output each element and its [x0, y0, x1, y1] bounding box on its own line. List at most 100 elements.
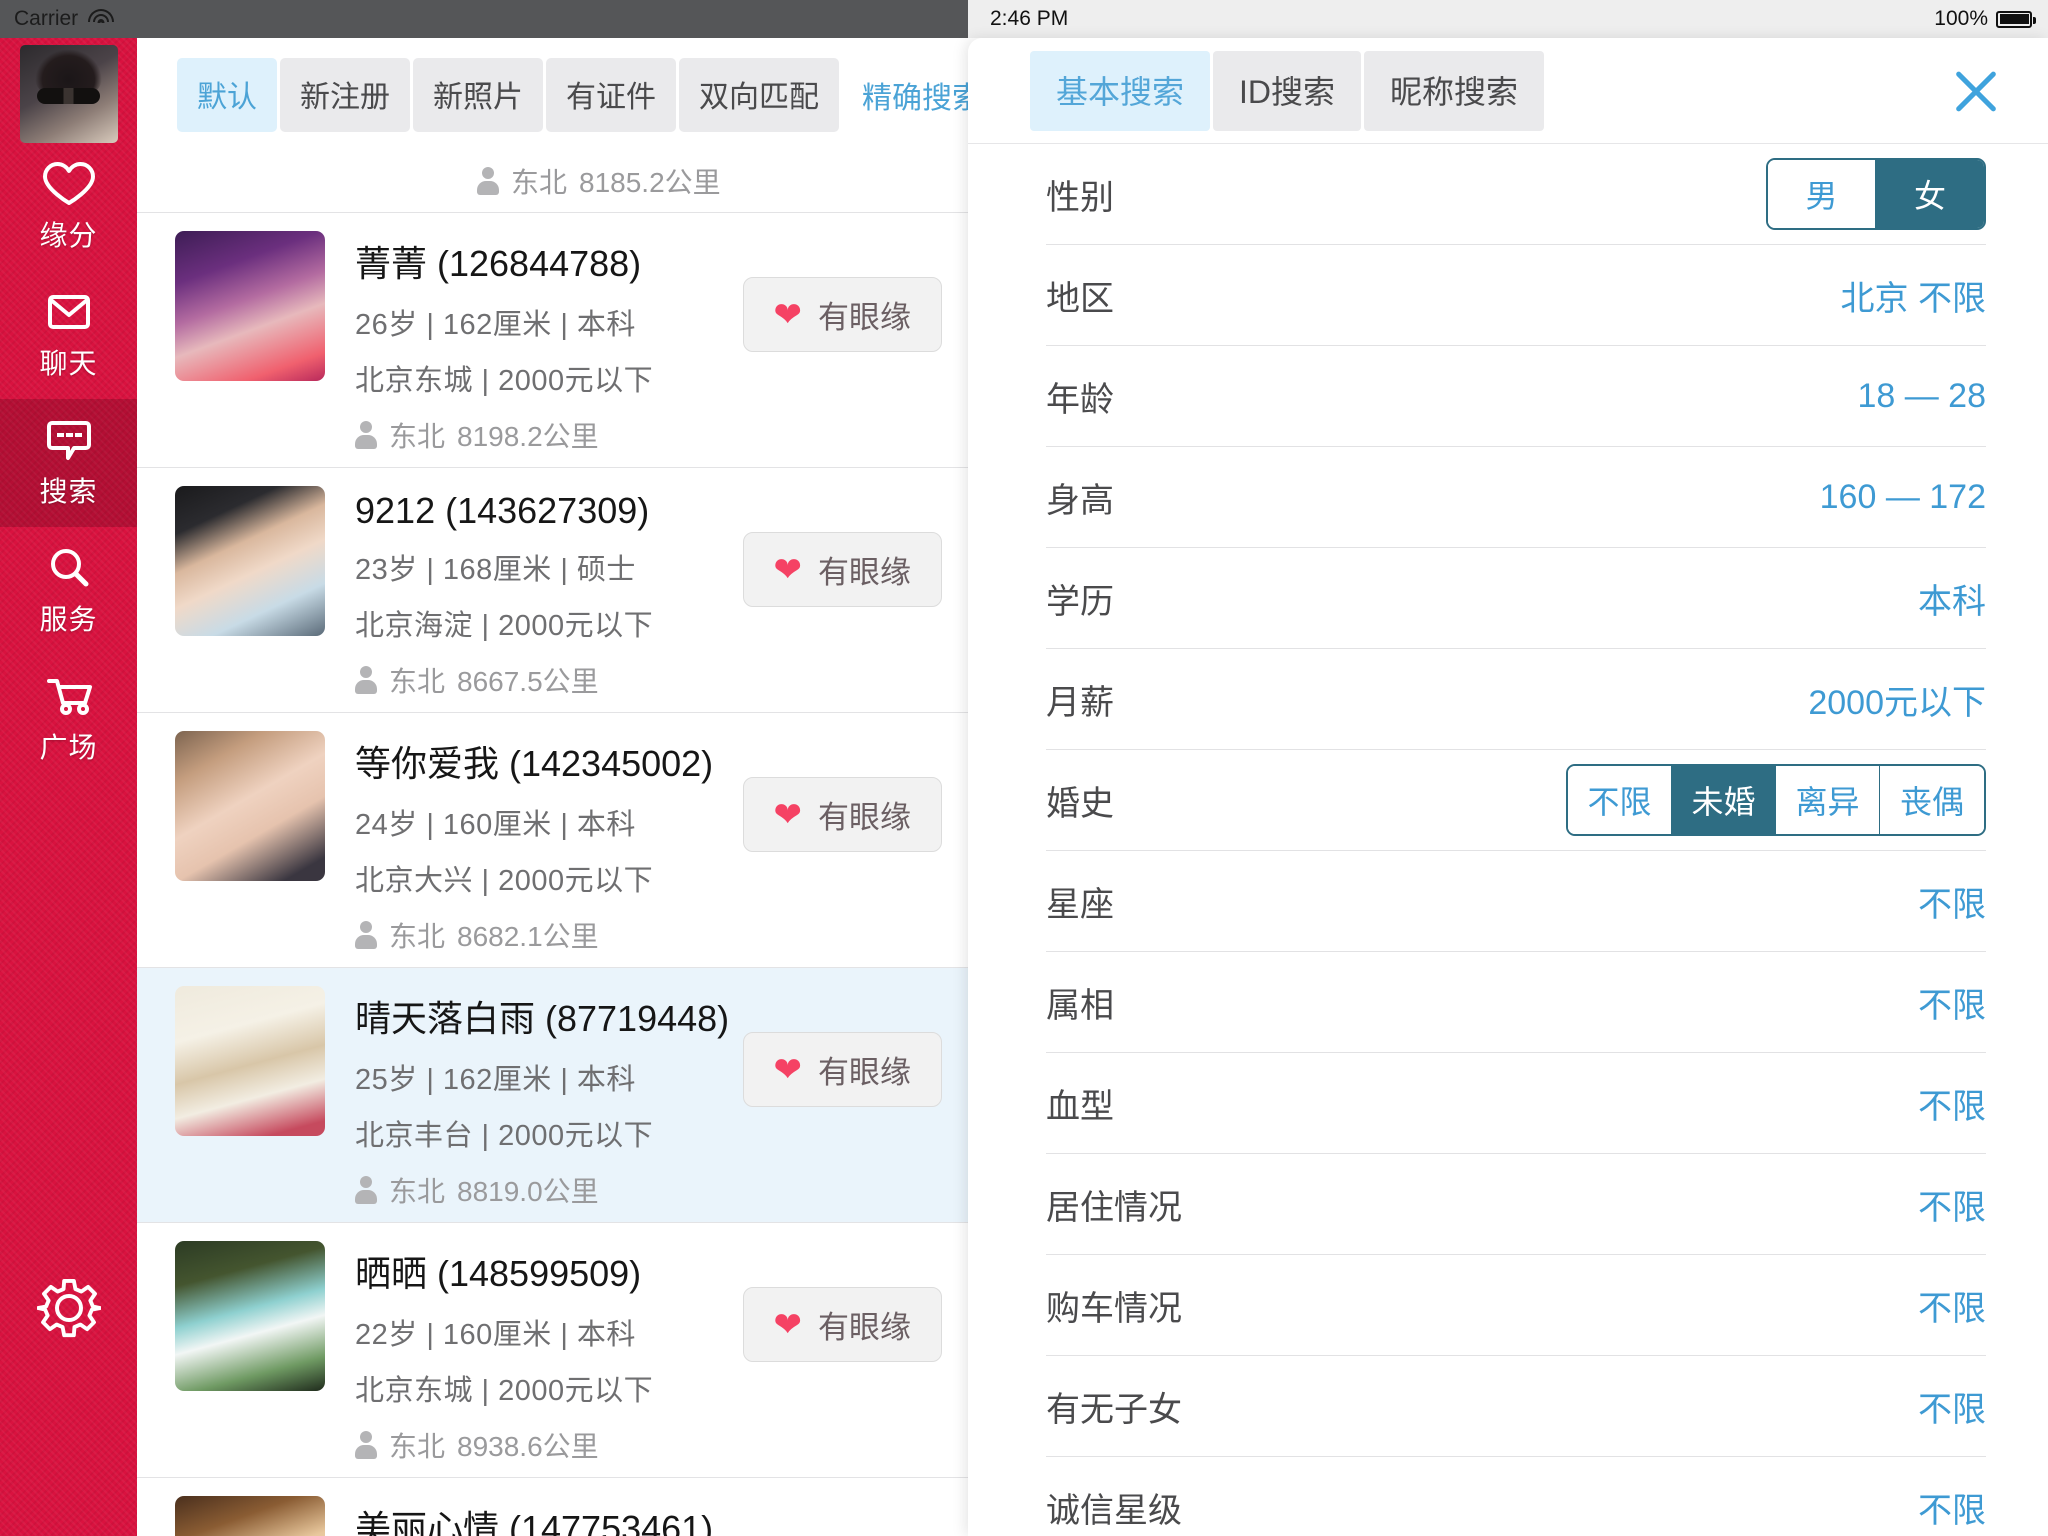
filter-value[interactable]: 2000元以下	[1808, 675, 1986, 724]
person-icon	[355, 921, 377, 949]
filter-label: 属相	[1046, 986, 1114, 1025]
like-button[interactable]: ❤ 有眼缘	[742, 532, 942, 607]
close-icon[interactable]	[1944, 59, 2008, 123]
filter-row-region[interactable]: 地区 北京 不限	[1046, 245, 1986, 346]
filter-value[interactable]: 不限	[1918, 1483, 1986, 1532]
status-bar-right: 2:46 PM 100%	[968, 0, 2048, 38]
sidebar-settings-button[interactable]	[0, 1248, 137, 1368]
filter-value[interactable]: 不限	[1918, 978, 1986, 1027]
filter-row-blood-type[interactable]: 血型 不限	[1046, 1053, 1986, 1154]
filter-label: 血型	[1046, 1087, 1114, 1126]
like-button-label: 有眼缘	[818, 1055, 911, 1090]
like-button[interactable]: ❤ 有眼缘	[742, 777, 942, 852]
marital-option-widowed[interactable]: 丧偶	[1880, 766, 1984, 834]
filter-value[interactable]: 不限	[1918, 877, 1986, 926]
panel-header: 基本搜索 ID搜索 昵称搜索	[968, 38, 2048, 144]
avatar[interactable]	[19, 45, 118, 143]
filter-value[interactable]: 160 — 172	[1820, 478, 1986, 517]
filter-row-salary[interactable]: 月薪 2000元以下	[1046, 649, 1986, 750]
distance-label: 8198.2公里	[457, 421, 599, 452]
tab-new-register[interactable]: 新注册	[280, 58, 410, 132]
user-name: 等你爱我 (142345002)	[355, 743, 714, 784]
tab-mutual-match[interactable]: 双向匹配	[679, 58, 839, 132]
filter-row-zodiac[interactable]: 星座 不限	[1046, 851, 1986, 952]
table-row[interactable]: 晴天落白雨 (87719448) 25岁 | 162厘米 | 本科 北京丰台 |…	[137, 967, 970, 1222]
filter-label: 年龄	[1046, 380, 1114, 419]
user-photo[interactable]	[175, 231, 325, 381]
like-button[interactable]: ❤ 有眼缘	[742, 1032, 942, 1107]
tab-has-id[interactable]: 有证件	[546, 58, 676, 132]
exact-search-link[interactable]: 精确搜索›	[862, 73, 970, 117]
partial-result-row: 东北 8185.2公里	[137, 150, 970, 212]
filter-row-chinese-zodiac[interactable]: 属相 不限	[1046, 952, 1986, 1053]
filter-row-car[interactable]: 购车情况 不限	[1046, 1255, 1986, 1356]
distance-label: 8667.5公里	[457, 666, 599, 697]
filter-row-age[interactable]: 年龄 18 — 28	[1046, 346, 1986, 447]
filter-label: 星座	[1046, 885, 1114, 924]
sidebar-item-plaza[interactable]: 广场	[0, 655, 137, 783]
battery-group: 100%	[1934, 7, 2048, 31]
direction-label: 东北	[389, 1176, 446, 1207]
filter-row-housing[interactable]: 居住情况 不限	[1046, 1154, 1986, 1255]
filter-value[interactable]: 本科	[1918, 574, 1986, 623]
filter-value[interactable]: 不限	[1918, 1382, 1986, 1431]
user-photo[interactable]	[175, 486, 325, 636]
user-meta-primary: 22岁 | 160厘米 | 本科	[355, 1319, 636, 1351]
filter-value[interactable]: 18 — 28	[1857, 377, 1986, 416]
tab-default[interactable]: 默认	[177, 58, 277, 132]
table-row[interactable]: 菁菁 (126844788) 26岁 | 162厘米 | 本科 北京东城 | 2…	[137, 212, 970, 467]
user-photo[interactable]	[175, 986, 325, 1136]
filter-row-education[interactable]: 学历 本科	[1046, 548, 1986, 649]
like-button-label: 有眼缘	[818, 1310, 911, 1345]
filter-value[interactable]: 不限	[1918, 1180, 1986, 1229]
tab-nickname-search[interactable]: 昵称搜索	[1364, 50, 1545, 131]
tab-new-photo[interactable]: 新照片	[413, 58, 543, 132]
left-sidebar: 缘分 聊天 搜索 服务 广场	[0, 38, 137, 1536]
marital-option-any[interactable]: 不限	[1568, 766, 1672, 834]
user-meta-primary: 23岁 | 168厘米 | 硕士	[355, 554, 636, 586]
person-icon	[477, 167, 499, 195]
gender-option-male[interactable]: 男	[1768, 160, 1876, 228]
filter-value[interactable]: 北京 不限	[1841, 271, 1986, 320]
user-photo[interactable]	[175, 1496, 325, 1536]
user-photo[interactable]	[175, 731, 325, 881]
distance-line: 东北 8682.1公里	[355, 915, 743, 955]
tab-basic-search[interactable]: 基本搜索	[1030, 50, 1211, 131]
table-row[interactable]: 美丽心情 (147753461) 27岁 | 161厘米 | 硕士 ❤ 有眼缘	[137, 1477, 970, 1536]
status-bar-left: Carrier	[0, 7, 115, 31]
table-row[interactable]: 9212 (143627309) 23岁 | 168厘米 | 硕士 北京海淀 |…	[137, 467, 970, 712]
table-row[interactable]: 等你爱我 (142345002) 24岁 | 160厘米 | 本科 北京大兴 |…	[137, 712, 970, 967]
person-icon	[355, 1176, 377, 1204]
distance-label: 8938.6公里	[457, 1431, 599, 1462]
filter-label: 地区	[1046, 279, 1114, 318]
like-button-label: 有眼缘	[818, 555, 911, 590]
user-photo[interactable]	[175, 1241, 325, 1391]
table-row[interactable]: 晒晒 (148599509) 22岁 | 160厘米 | 本科 北京东城 | 2…	[137, 1222, 970, 1477]
filter-label: 有无子女	[1046, 1390, 1182, 1429]
filter-label: 身高	[1046, 481, 1114, 520]
like-button[interactable]: ❤ 有眼缘	[742, 1287, 942, 1362]
user-meta-primary: 26岁 | 162厘米 | 本科	[355, 309, 636, 341]
filter-label: 学历	[1046, 582, 1114, 621]
battery-percent: 100%	[1934, 7, 1988, 30]
sidebar-item-chat[interactable]: 聊天	[0, 271, 137, 399]
filter-value[interactable]: 不限	[1918, 1281, 1986, 1330]
sidebar-item-search[interactable]: 搜索	[0, 399, 137, 527]
direction-label: 东北	[511, 167, 568, 198]
like-button[interactable]: ❤ 有眼缘	[742, 277, 942, 352]
search-results-column: 默认 新注册 新照片 有证件 双向匹配 精确搜索› 东北 8185.2公里 菁菁…	[137, 38, 970, 1536]
sidebar-item-service[interactable]: 服务	[0, 527, 137, 655]
gender-option-female[interactable]: 女	[1876, 160, 1984, 228]
filter-row-credit-rating[interactable]: 诚信星级 不限	[1046, 1457, 1986, 1536]
filter-value[interactable]: 不限	[1918, 1079, 1986, 1128]
tab-id-search[interactable]: ID搜索	[1213, 50, 1362, 131]
sidebar-item-label: 搜索	[39, 475, 98, 507]
marital-option-divorced[interactable]: 离异	[1776, 766, 1880, 834]
distance-line: 东北 8198.2公里	[355, 415, 743, 455]
sidebar-item-yuanfen[interactable]: 缘分	[0, 143, 137, 271]
filter-row-children[interactable]: 有无子女 不限	[1046, 1356, 1986, 1457]
marital-option-single[interactable]: 未婚	[1672, 766, 1776, 834]
filter-row-height[interactable]: 身高 160 — 172	[1046, 447, 1986, 548]
user-meta-secondary: 北京丰台 | 2000元以下	[355, 1120, 654, 1152]
user-name: 晴天落白雨 (87719448)	[355, 998, 730, 1039]
